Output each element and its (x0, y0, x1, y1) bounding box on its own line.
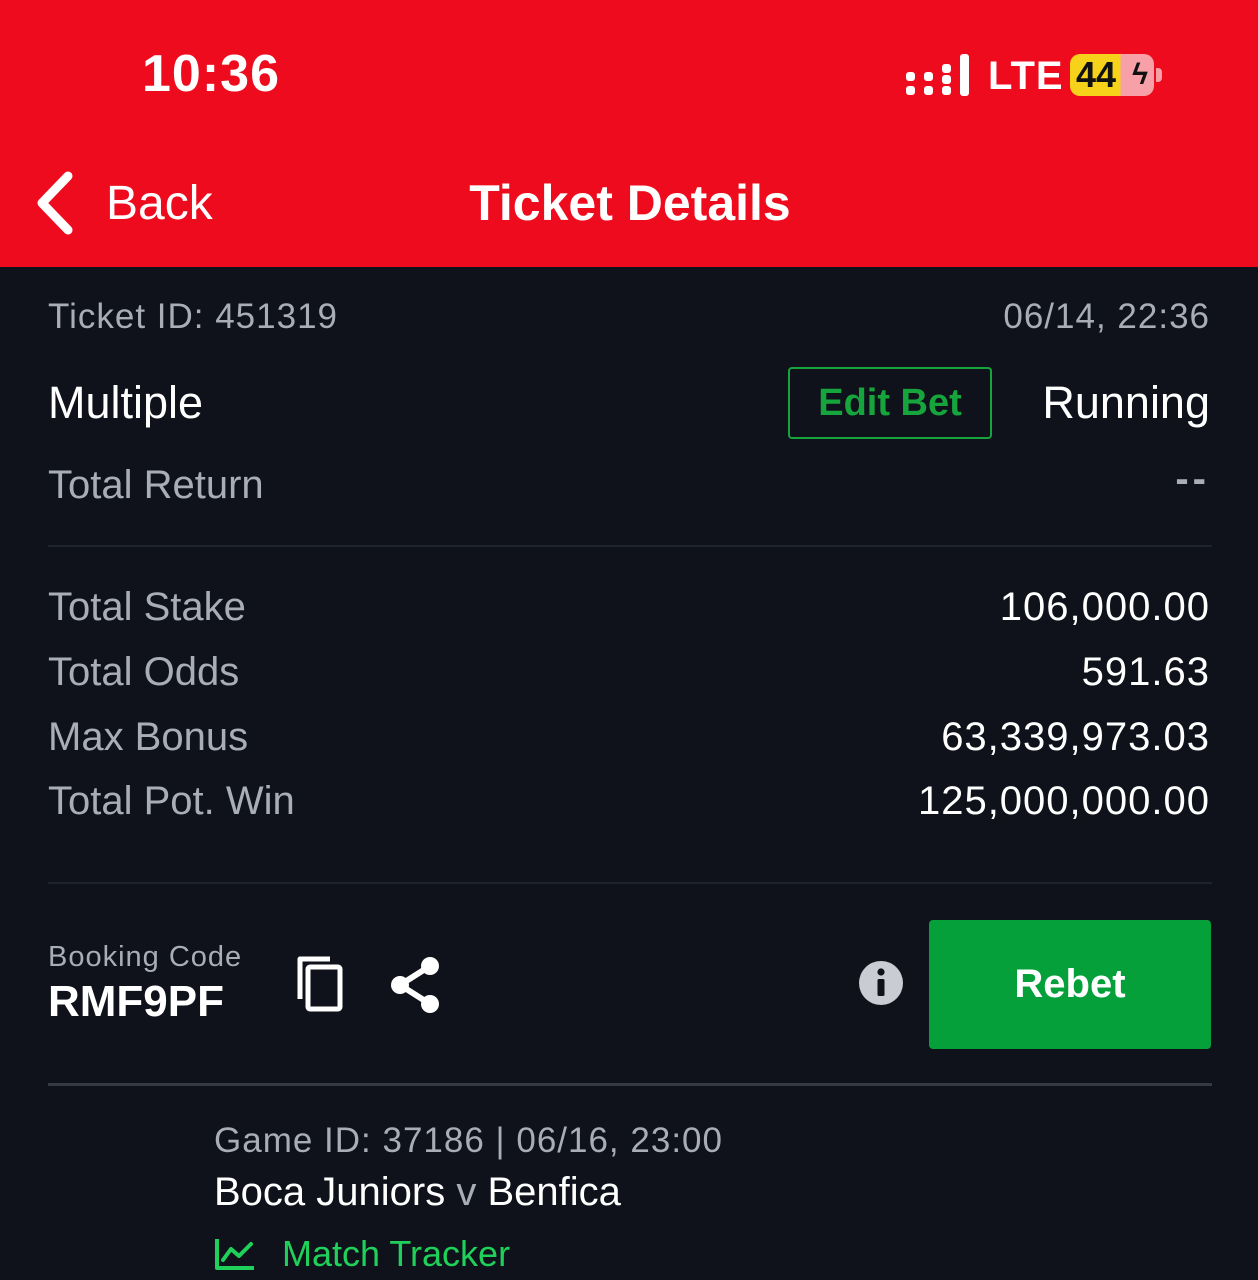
versus-label: v (456, 1170, 477, 1214)
divider (48, 1083, 1212, 1086)
total-stake-label: Total Stake (48, 585, 246, 629)
total-pot-win-value: 125,000,000.00 (917, 779, 1210, 823)
total-return-label: Total Return (48, 463, 264, 507)
max-bonus-label: Max Bonus (48, 715, 249, 759)
game-meta: Game ID: 37186 | 06/16, 23:00 (214, 1121, 723, 1160)
booking-code: RMF9PF (48, 977, 224, 1026)
game-teams: Boca Juniors v Benfica (214, 1170, 621, 1215)
network-type: LTE (988, 54, 1064, 98)
divider (48, 882, 1212, 884)
app-header: 10:36 LTE 44 ϟ Back Ticket Details (0, 0, 1258, 267)
charging-bolt-icon: ϟ (1132, 58, 1148, 91)
edit-bet-button[interactable]: Edit Bet (788, 367, 992, 439)
total-return-value: -- (1175, 457, 1210, 501)
battery-cap (1156, 68, 1162, 82)
battery-level: 44 (1076, 54, 1117, 95)
bet-type: Multiple (48, 377, 204, 428)
total-odds-label: Total Odds (48, 650, 240, 694)
copy-icon[interactable] (294, 953, 346, 1013)
max-bonus-value: 63,339,973.03 (941, 715, 1210, 759)
away-team: Benfica (487, 1170, 621, 1214)
battery-icon: 44 ϟ (1070, 54, 1154, 96)
info-icon[interactable] (858, 960, 904, 1006)
divider (48, 545, 1212, 547)
share-icon[interactable] (388, 955, 444, 1015)
page-title: Ticket Details (469, 175, 791, 231)
home-team: Boca Juniors (214, 1170, 446, 1214)
status-time: 10:36 (142, 45, 280, 103)
bet-status: Running (1042, 377, 1210, 428)
booking-code-label: Booking Code (48, 941, 243, 973)
chart-icon (215, 1239, 254, 1270)
match-tracker-link[interactable]: Match Tracker (214, 1233, 510, 1275)
ticket-datetime: 06/14, 22:36 (1003, 297, 1210, 336)
rebet-button[interactable]: Rebet (929, 920, 1211, 1049)
signal-icon (906, 54, 969, 96)
total-pot-win-label: Total Pot. Win (48, 779, 295, 823)
total-stake-value: 106,000.00 (999, 585, 1210, 629)
match-tracker-label: Match Tracker (282, 1233, 511, 1274)
total-odds-value: 591.63 (1081, 650, 1210, 694)
